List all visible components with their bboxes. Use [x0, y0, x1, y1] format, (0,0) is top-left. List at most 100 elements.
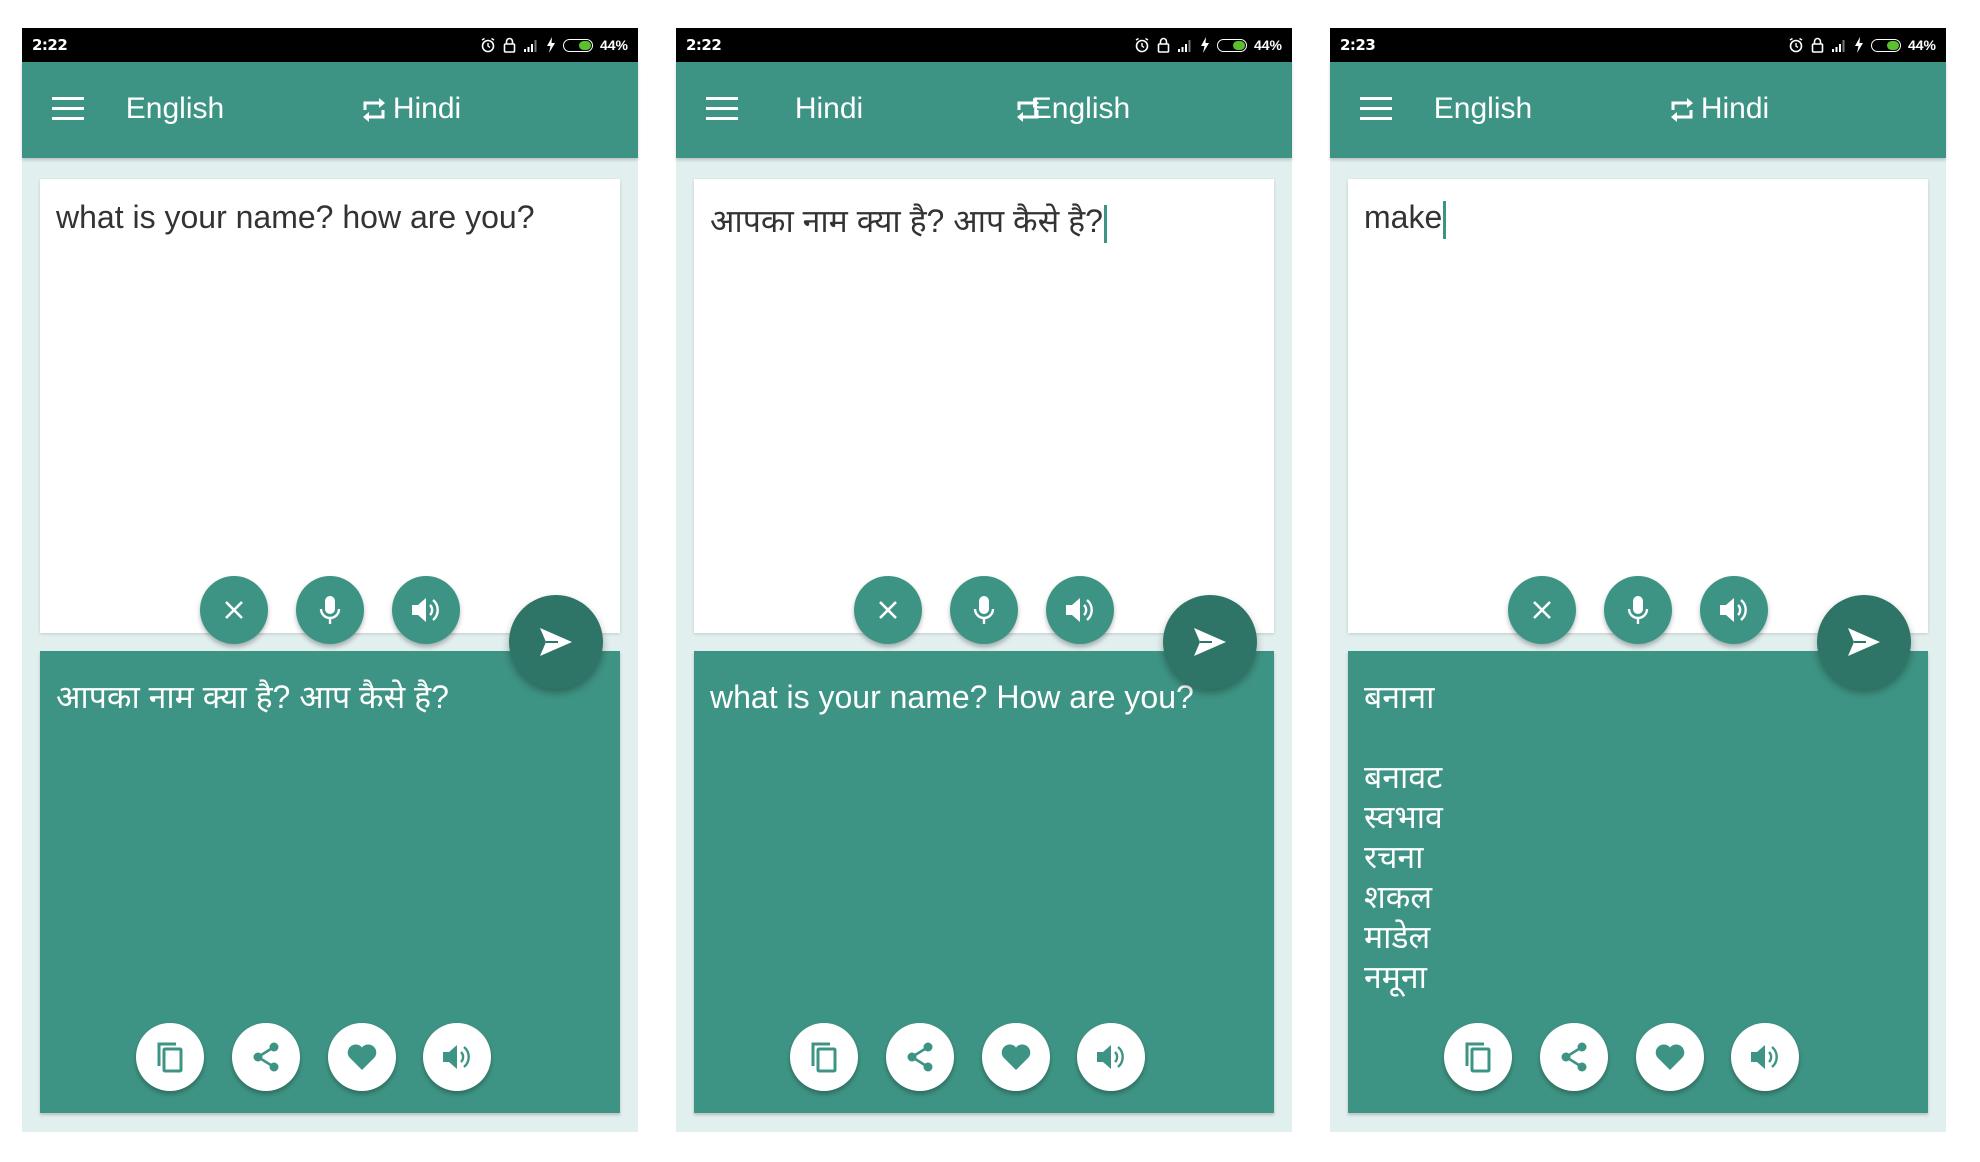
clear-button[interactable] [200, 576, 268, 644]
favorite-button[interactable] [328, 1023, 396, 1091]
translation-line [1364, 717, 1443, 757]
clear-icon [225, 601, 243, 619]
menu-icon[interactable] [52, 97, 84, 123]
phone-screen-2: 2:22 44% Hindi English आपका नाम क्या है?… [676, 28, 1292, 1132]
target-language-selector[interactable]: Hindi [342, 92, 512, 126]
share-button[interactable] [1540, 1023, 1608, 1091]
source-language-selector[interactable]: Hindi [744, 92, 914, 126]
menu-icon[interactable] [706, 97, 738, 123]
output-card: what is your name? How are you? [694, 651, 1274, 1113]
mic-icon [1627, 596, 1649, 624]
source-text-input[interactable]: आपका नाम क्या है? आप कैसे है? [710, 199, 1107, 243]
send-icon [540, 628, 572, 656]
translation-text: आपका नाम क्या है? आप कैसे है? [56, 677, 449, 717]
translation-text: what is your name? How are you? [710, 677, 1194, 717]
signal-icon [1831, 40, 1845, 52]
alarm-icon [481, 37, 495, 53]
battery-percent: 44% [1253, 37, 1282, 53]
translation-line: स्वभाव [1364, 799, 1443, 835]
charging-icon [546, 37, 555, 53]
translation-line: नमूना [1364, 959, 1427, 995]
translation-line: बनाना [1364, 679, 1435, 715]
copy-icon [811, 1042, 837, 1073]
speaker-icon [1751, 1045, 1778, 1069]
translation-line: आपका नाम क्या है? आप कैसे है? [56, 679, 449, 715]
app-toolbar: English Hindi [1330, 62, 1946, 158]
status-time: 2:22 [686, 36, 722, 54]
clear-button[interactable] [854, 576, 922, 644]
alarm-icon [1789, 37, 1803, 53]
input-card: आपका नाम क्या है? आप कैसे है? [694, 179, 1274, 644]
copy-button[interactable] [136, 1023, 204, 1091]
translate-button[interactable] [509, 595, 603, 689]
translate-button[interactable] [1817, 595, 1911, 689]
speaker-icon [443, 1045, 470, 1069]
mic-button[interactable] [1604, 576, 1672, 644]
translation-line: रचना [1364, 839, 1424, 875]
source-language-selector[interactable]: English [1398, 92, 1568, 126]
copy-icon [1465, 1042, 1491, 1073]
speaker-icon [1720, 598, 1747, 622]
clear-button[interactable] [1508, 576, 1576, 644]
source-text-input[interactable]: what is your name? how are you? [56, 199, 534, 236]
lock-icon [1157, 37, 1170, 53]
speak-source-button[interactable] [1700, 576, 1768, 644]
output-card: बनाना बनावट स्वभाव रचना शकल माडेल नमूना [1348, 651, 1928, 1113]
favorite-icon [1655, 1044, 1685, 1070]
battery-percent: 44% [599, 37, 628, 53]
translation-text: बनाना बनावट स्वभाव रचना शकल माडेल नमूना [1364, 677, 1443, 997]
status-time: 2:22 [32, 36, 68, 54]
share-icon [253, 1042, 279, 1072]
translation-line: माडेल [1364, 919, 1431, 955]
source-text-input[interactable]: make [1364, 199, 1447, 239]
copy-button[interactable] [790, 1023, 858, 1091]
status-icons: 44% [1134, 34, 1282, 56]
favorite-button[interactable] [1636, 1023, 1704, 1091]
translate-button[interactable] [1163, 595, 1257, 689]
input-card: make [1348, 179, 1928, 644]
favorite-icon [347, 1044, 377, 1070]
app-toolbar: English Hindi [22, 62, 638, 158]
share-icon [1561, 1042, 1587, 1072]
target-language-selector[interactable]: Hindi [1650, 92, 1820, 126]
battery-icon [562, 38, 593, 52]
favorite-button[interactable] [982, 1023, 1050, 1091]
text-cursor [1443, 200, 1447, 239]
speak-source-button[interactable] [1046, 576, 1114, 644]
charging-icon [1200, 37, 1209, 53]
share-button[interactable] [886, 1023, 954, 1091]
copy-icon [157, 1042, 183, 1073]
source-language-selector[interactable]: English [90, 92, 260, 126]
share-icon [907, 1042, 933, 1072]
share-button[interactable] [232, 1023, 300, 1091]
speaker-icon [412, 598, 439, 622]
status-bar: 2:23 44% [1330, 28, 1946, 62]
app-toolbar: Hindi English [676, 62, 1292, 158]
send-icon [1194, 628, 1226, 656]
mic-button[interactable] [296, 576, 364, 644]
menu-icon[interactable] [1360, 97, 1392, 123]
source-text: आपका नाम क्या है? आप कैसे है? [710, 203, 1103, 239]
input-card: what is your name? how are you? [40, 179, 620, 644]
mic-icon [319, 596, 341, 624]
source-text: make [1364, 199, 1443, 235]
send-icon [1848, 628, 1880, 656]
status-icons: 44% [480, 34, 628, 56]
output-card: आपका नाम क्या है? आप कैसे है? [40, 651, 620, 1113]
favorite-icon [1001, 1044, 1031, 1070]
copy-button[interactable] [1444, 1023, 1512, 1091]
target-language-selector[interactable]: English [996, 92, 1166, 126]
speak-translation-button[interactable] [1731, 1023, 1799, 1091]
speaker-icon [1066, 598, 1093, 622]
clear-icon [1533, 601, 1551, 619]
speak-translation-button[interactable] [423, 1023, 491, 1091]
mic-icon [973, 596, 995, 624]
signal-icon [1177, 40, 1191, 52]
phone-screen-3: 2:23 44% English Hindi make बनाना बनावट … [1330, 28, 1946, 1132]
status-time: 2:23 [1340, 36, 1376, 54]
speak-translation-button[interactable] [1077, 1023, 1145, 1091]
speak-source-button[interactable] [392, 576, 460, 644]
mic-button[interactable] [950, 576, 1018, 644]
lock-icon [503, 37, 516, 53]
phone-screen-1: 2:22 44% English Hindi what is your name… [22, 28, 638, 1132]
